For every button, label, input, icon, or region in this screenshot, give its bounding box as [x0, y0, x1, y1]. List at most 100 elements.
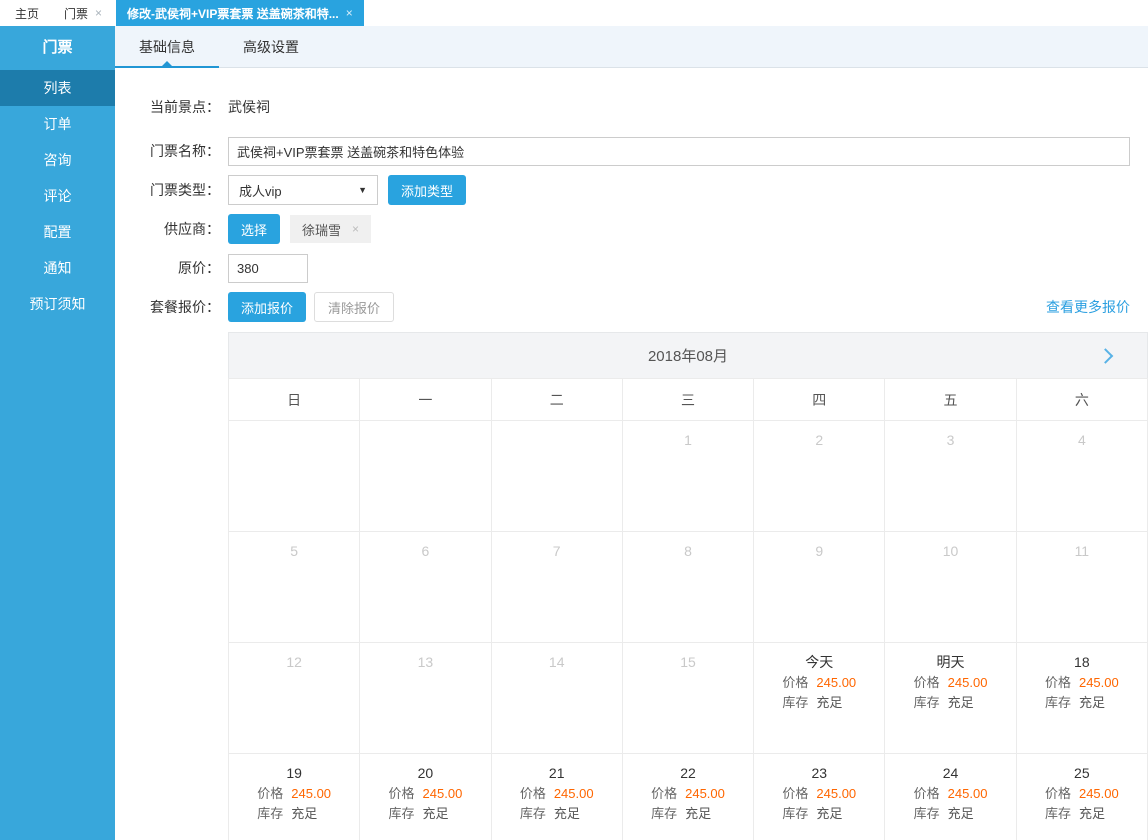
calendar-day-cell[interactable]: 25价格245.00库存充足	[1016, 754, 1147, 840]
ticket-type-row: 门票类型： 成人vip ▼ 添加类型	[135, 175, 1148, 205]
next-month-chevron-icon[interactable]	[1098, 348, 1114, 364]
stock-label: 库存	[914, 806, 940, 821]
calendar-day-cell[interactable]: 22价格245.00库存充足	[622, 754, 753, 840]
price-line: 价格245.00	[651, 784, 725, 804]
price-value: 245.00	[816, 786, 856, 801]
calendar-grid: 日一二三四五六 123456789101112131415今天价格245.00库…	[228, 378, 1148, 840]
window-tab-label: 修改-武侯祠+VIP票套票 送盖碗茶和特...	[127, 5, 339, 22]
close-icon[interactable]: ×	[95, 7, 102, 19]
calendar-day-cell[interactable]: 5	[229, 532, 360, 643]
supplier-select-button[interactable]: 选择	[228, 214, 280, 244]
stock-line: 库存充足	[914, 804, 988, 824]
sidebar-item-link[interactable]: 通知	[0, 250, 115, 286]
price-label: 价格	[651, 786, 677, 801]
ticket-type-select[interactable]: 成人vip ▼	[228, 175, 378, 205]
calendar-day-number: 7	[492, 541, 622, 561]
sidebar-item-link[interactable]: 订单	[0, 106, 115, 142]
calendar-day-cell[interactable]: 12	[229, 643, 360, 754]
calendar-day-number: 1	[623, 430, 753, 450]
calendar-day-cell[interactable]: 19价格245.00库存充足	[229, 754, 360, 840]
calendar-day-cell[interactable]: 9	[754, 532, 885, 643]
content-tab-bar: 基础信息高级设置	[115, 26, 1148, 68]
calendar-day-cell[interactable]: 18价格245.00库存充足	[1016, 643, 1147, 754]
price-value: 245.00	[948, 675, 988, 690]
calendar-day-number: 明天	[885, 652, 1015, 672]
calendar-day-cell[interactable]: 23价格245.00库存充足	[754, 754, 885, 840]
stock-label: 库存	[782, 695, 808, 710]
calendar-weekday: 三	[622, 379, 753, 421]
ticket-name-label: 门票名称：	[135, 141, 220, 161]
calendar-day-cell[interactable]	[491, 421, 622, 532]
stock-label: 库存	[257, 806, 283, 821]
calendar-day-number: 2	[754, 430, 884, 450]
tag-remove-icon[interactable]: ×	[352, 222, 359, 236]
original-price-input[interactable]	[228, 254, 308, 283]
calendar-day-info: 价格245.00库存充足	[914, 673, 988, 713]
scenic-label: 当前景点：	[135, 97, 220, 117]
calendar-day-cell[interactable]: 7	[491, 532, 622, 643]
calendar-day-cell[interactable]: 21价格245.00库存充足	[491, 754, 622, 840]
calendar-day-cell[interactable]: 4	[1016, 421, 1147, 532]
sidebar-items: 列表订单咨询评论配置通知预订须知	[0, 70, 115, 322]
calendar-day-cell[interactable]: 2	[754, 421, 885, 532]
calendar-day-number: 24	[885, 763, 1015, 783]
calendar-day-cell[interactable]: 11	[1016, 532, 1147, 643]
sidebar-item-link[interactable]: 配置	[0, 214, 115, 250]
calendar-day-cell[interactable]: 15	[622, 643, 753, 754]
window-tab[interactable]: 门票×	[53, 0, 113, 26]
stock-value: 充足	[948, 806, 974, 821]
stock-line: 库存充足	[782, 693, 856, 713]
price-line: 价格245.00	[1045, 673, 1119, 693]
price-line: 价格245.00	[257, 784, 331, 804]
price-value: 245.00	[291, 786, 331, 801]
calendar-day-cell[interactable]: 今天价格245.00库存充足	[754, 643, 885, 754]
calendar-day-cell[interactable]	[360, 421, 491, 532]
calendar-day-cell[interactable]: 8	[622, 532, 753, 643]
content-tab[interactable]: 高级设置	[219, 26, 323, 67]
add-quote-button[interactable]: 添加报价	[228, 292, 306, 322]
add-type-button[interactable]: 添加类型	[388, 175, 466, 205]
calendar-day-cell[interactable]: 3	[885, 421, 1016, 532]
window-tab[interactable]: 主页	[4, 0, 50, 26]
calendar-day-number: 10	[885, 541, 1015, 561]
price-line: 价格245.00	[782, 784, 856, 804]
ticket-name-input[interactable]	[228, 137, 1130, 166]
calendar-day-info: 价格245.00库存充足	[782, 784, 856, 824]
calendar-month-title: 2018年08月	[648, 345, 728, 366]
price-line: 价格245.00	[914, 673, 988, 693]
calendar-day-cell[interactable]: 13	[360, 643, 491, 754]
calendar-day-cell[interactable]: 6	[360, 532, 491, 643]
app-shell: 门票 列表订单咨询评论配置通知预订须知 基础信息高级设置 当前景点： 武侯祠 门…	[0, 26, 1148, 840]
calendar-day-cell[interactable]: 20价格245.00库存充足	[360, 754, 491, 840]
calendar-day-cell[interactable]: 1	[622, 421, 753, 532]
sidebar-item-active[interactable]: 列表	[0, 70, 115, 106]
stock-line: 库存充足	[651, 804, 725, 824]
window-tab[interactable]: 修改-武侯祠+VIP票套票 送盖碗茶和特... ×	[116, 0, 364, 26]
price-line: 价格245.00	[389, 784, 463, 804]
sidebar-item-link[interactable]: 咨询	[0, 142, 115, 178]
sidebar-item-link[interactable]: 预订须知	[0, 286, 115, 322]
stock-value: 充足	[1079, 806, 1105, 821]
calendar-day-number: 3	[885, 430, 1015, 450]
calendar-weekday: 一	[360, 379, 491, 421]
calendar-day-cell[interactable]: 明天价格245.00库存充足	[885, 643, 1016, 754]
scenic-value: 武侯祠	[228, 97, 270, 117]
scenic-row: 当前景点： 武侯祠	[135, 92, 1148, 122]
calendar-day-cell[interactable]: 24价格245.00库存充足	[885, 754, 1016, 840]
calendar-day-cell[interactable]: 10	[885, 532, 1016, 643]
price-label: 价格	[914, 786, 940, 801]
calendar-day-number: 9	[754, 541, 884, 561]
sidebar-item-link[interactable]: 评论	[0, 178, 115, 214]
calendar-day-info: 价格245.00库存充足	[520, 784, 594, 824]
clear-quote-button[interactable]: 清除报价	[314, 292, 394, 322]
close-icon[interactable]: ×	[346, 7, 353, 19]
calendar-day-cell[interactable]	[229, 421, 360, 532]
calendar-day-info: 价格245.00库存充足	[651, 784, 725, 824]
calendar-day-cell[interactable]: 14	[491, 643, 622, 754]
form-content: 当前景点： 武侯祠 门票名称： 门票类型： 成人vip ▼ 添加类型 供应商： …	[115, 68, 1148, 840]
package-quote-row: 套餐报价： 添加报价 清除报价 查看更多报价	[135, 292, 1148, 322]
stock-label: 库存	[651, 806, 677, 821]
stock-line: 库存充足	[389, 804, 463, 824]
view-more-quotes-link[interactable]: 查看更多报价	[1046, 297, 1130, 317]
content-tab[interactable]: 基础信息	[115, 26, 219, 67]
